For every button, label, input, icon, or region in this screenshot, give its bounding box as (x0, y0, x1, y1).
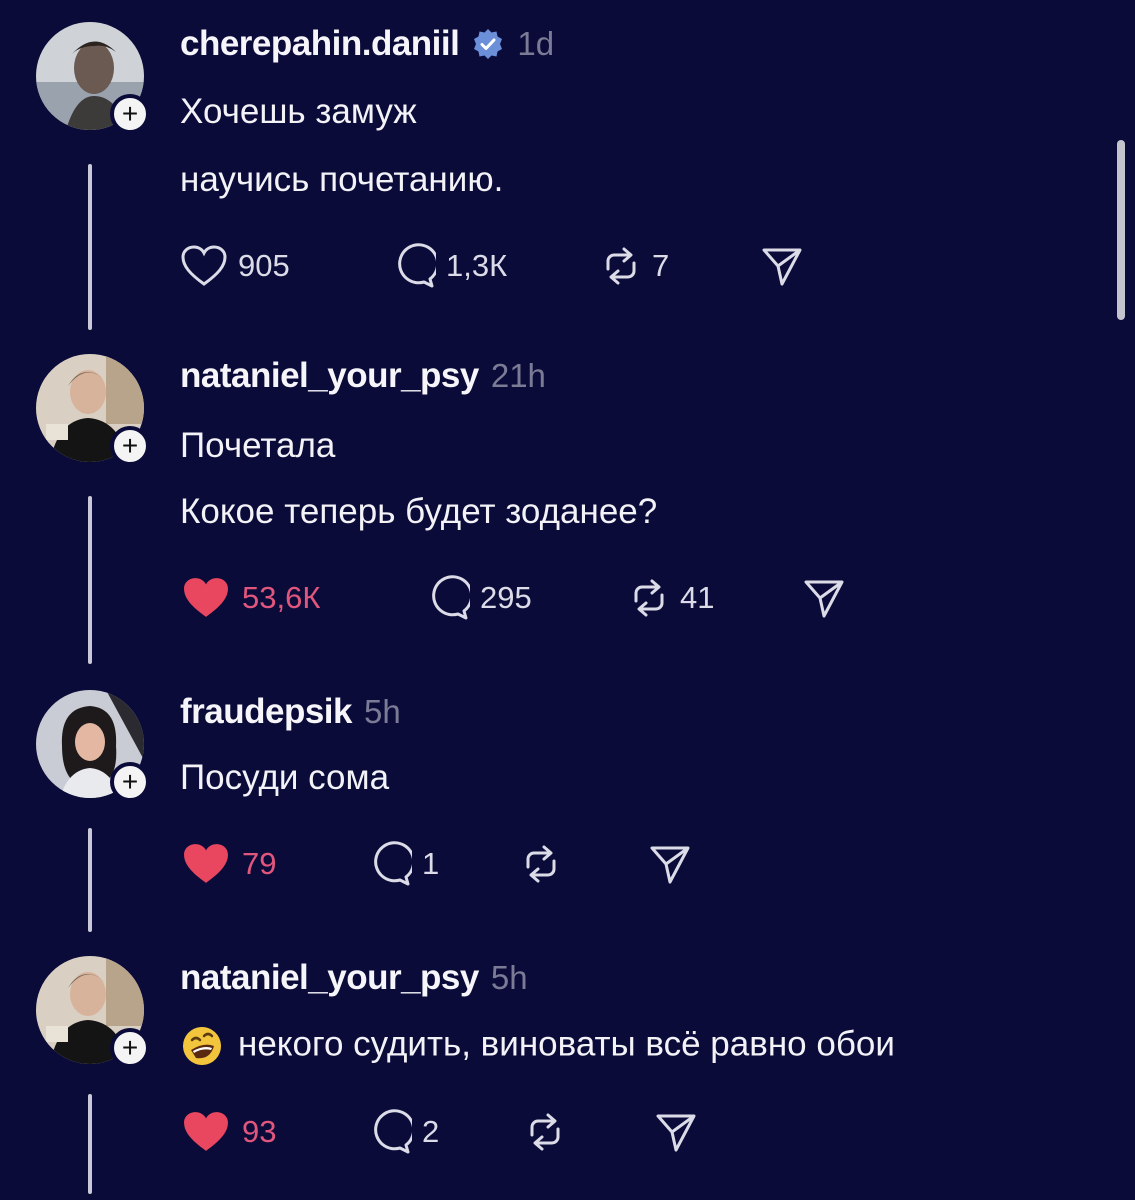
comment-button[interactable]: 2 (366, 1108, 439, 1156)
comment-icon (374, 841, 412, 886)
avatar-container[interactable]: + (36, 690, 150, 802)
post-text-line: Кокое теперь будет зоданее? (180, 492, 658, 531)
comment-button[interactable]: 1,3К (390, 242, 507, 290)
repost-icon (634, 579, 664, 617)
heart-icon (181, 245, 227, 286)
post-header: nataniel_your_psy 5h (180, 958, 528, 998)
repost-icon (530, 1113, 560, 1151)
post: + fraudepsik 5h Посуди сома 79 1 (0, 690, 1135, 942)
post-time: 21h (490, 357, 546, 394)
post-text-line: Почетала (180, 426, 336, 465)
share-button[interactable] (648, 840, 692, 888)
username[interactable]: nataniel_your_psy (180, 958, 479, 998)
send-icon (656, 1114, 696, 1152)
heart-icon (184, 578, 228, 617)
post-actions: 905 1,3К 7 (180, 242, 880, 290)
post-actions: 79 1 (180, 840, 880, 888)
username[interactable]: cherepahin.daniil (180, 24, 460, 64)
like-button[interactable]: 79 (180, 840, 276, 888)
thread-connector (88, 828, 92, 932)
like-count: 79 (242, 846, 277, 881)
comment-button[interactable]: 295 (424, 574, 532, 622)
thread-feed: + cherepahin.daniil 1d Хочешь замуж науч… (0, 0, 1135, 1200)
post-header: cherepahin.daniil 1d (180, 24, 554, 64)
post-time: 5h (364, 693, 401, 730)
like-count: 93 (242, 1114, 277, 1149)
repost-button[interactable]: 41 (628, 574, 714, 622)
follow-plus-icon[interactable]: + (110, 1028, 150, 1068)
comment-count: 1 (422, 846, 440, 881)
share-button[interactable] (654, 1108, 698, 1156)
repost-icon (526, 845, 556, 883)
send-icon (762, 248, 802, 286)
comment-icon (398, 243, 436, 288)
username[interactable]: nataniel_your_psy (180, 356, 479, 396)
share-button[interactable] (802, 574, 846, 622)
thread-connector (88, 164, 92, 330)
post-text-line: научись почетанию. (180, 160, 504, 199)
repost-icon (606, 247, 636, 285)
username[interactable]: fraudepsik (180, 692, 353, 732)
post: + cherepahin.daniil 1d Хочешь замуж науч… (0, 22, 1135, 342)
share-button[interactable] (760, 242, 804, 290)
like-button[interactable]: 93 (180, 1108, 276, 1156)
follow-plus-icon[interactable]: + (110, 762, 150, 802)
verified-badge-icon (474, 29, 503, 59)
post-text-line: Хочешь замуж (180, 92, 417, 131)
post-text-line: Посуди сома (180, 758, 390, 797)
post: + nataniel_your_psy 21h Почетала Кокое т… (0, 354, 1135, 674)
follow-plus-icon[interactable]: + (110, 426, 150, 466)
send-icon (650, 846, 690, 884)
comment-button[interactable]: 1 (366, 840, 439, 888)
post-text-line: некого судить, виноваты всё равно обои (180, 1024, 895, 1068)
comment-count: 295 (480, 580, 532, 615)
heart-icon (184, 1112, 228, 1151)
post-header: fraudepsik 5h (180, 692, 401, 732)
thread-connector (88, 496, 92, 664)
rofl-emoji-icon (183, 1027, 221, 1065)
scrollbar[interactable] (1117, 140, 1125, 320)
post-actions: 53,6К 295 41 (180, 574, 880, 622)
repost-button[interactable]: 7 (600, 242, 669, 290)
avatar-container[interactable]: + (36, 956, 150, 1068)
post: + nataniel_your_psy 5h некого судить, ви… (0, 956, 1135, 1200)
comment-icon (374, 1109, 412, 1154)
repost-count: 7 (652, 248, 670, 283)
like-count: 905 (238, 248, 290, 283)
follow-plus-icon[interactable]: + (110, 94, 150, 134)
post-header: nataniel_your_psy 21h (180, 356, 546, 396)
repost-count: 41 (680, 580, 715, 615)
comment-icon (432, 575, 470, 620)
post-actions: 93 2 (180, 1108, 880, 1156)
repost-button[interactable] (520, 840, 572, 888)
post-text: некого судить, виноваты всё равно обои (238, 1024, 895, 1064)
send-icon (804, 580, 844, 618)
repost-button[interactable] (524, 1108, 576, 1156)
avatar-container[interactable]: + (36, 22, 150, 134)
post-time: 5h (490, 959, 528, 996)
like-count: 53,6К (242, 580, 321, 615)
comment-count: 1,3К (446, 248, 508, 283)
comment-count: 2 (422, 1114, 440, 1149)
avatar-container[interactable]: + (36, 354, 150, 466)
post-time: 1d (517, 25, 555, 62)
thread-connector (88, 1094, 92, 1194)
like-button[interactable]: 53,6К (180, 574, 320, 622)
heart-icon (184, 844, 228, 883)
like-button[interactable]: 905 (180, 242, 290, 290)
